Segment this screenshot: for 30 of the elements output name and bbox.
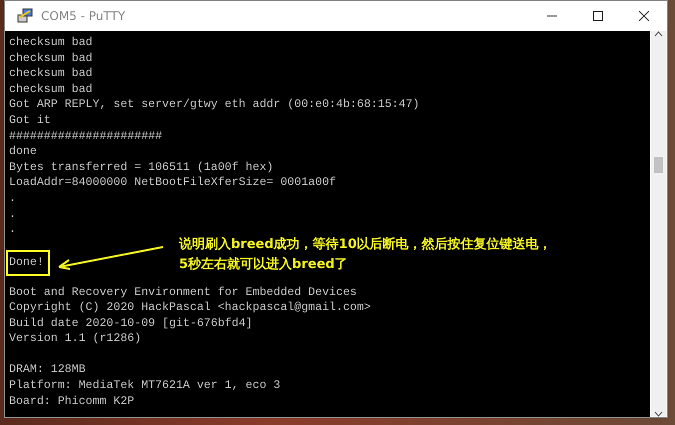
- terminal-line: ######################: [9, 128, 162, 144]
- terminal-line: Board: Phicomm K2P: [9, 394, 134, 410]
- terminal-line: Platform: MediaTek MT7621A ver 1, eco 3: [9, 378, 280, 394]
- terminal-line: LoadAddr=84000000 NetBootFileXferSize= 0001a00f: [9, 175, 336, 191]
- terminal-line: .: [9, 206, 16, 222]
- terminal-line: .: [9, 222, 16, 238]
- terminal-line: Boot and Recovery Environment for Embedded Devices: [9, 284, 357, 300]
- terminal-line: Got ARP REPLY, set server/gtwy eth addr (00:e0:4b:68:15:47): [9, 97, 420, 113]
- annotation-text: 5秒左右就可以进入breed了: [179, 256, 349, 274]
- scrollbar-thumb[interactable]: [654, 157, 663, 173]
- terminal-line: Got it: [9, 112, 51, 129]
- terminal-line: Bytes transferred = 106511 (1a00f hex): [9, 160, 274, 176]
- terminal-line: checksum bad: [9, 50, 92, 66]
- terminal-line: Version 1.1 (r1286): [9, 331, 142, 347]
- terminal-line: checksum bad: [9, 82, 92, 98]
- maximize-icon: [593, 11, 603, 21]
- terminal-line: DRAM: 128MB: [9, 362, 86, 378]
- terminal-line: Copyright (C) 2020 HackPascal <hackpascal@gmail.com>: [9, 300, 371, 316]
- scrollbar[interactable]: [650, 31, 667, 417]
- terminal-line: Build date 2020-10-09 [git-676bfd4]: [9, 316, 253, 332]
- terminal-line: checksum bad: [9, 66, 92, 82]
- terminal-line: checksum bad: [9, 35, 92, 51]
- close-icon: [639, 11, 649, 21]
- window-title: COM5 - PuTTY: [41, 9, 126, 23]
- terminal-line: done: [9, 144, 37, 160]
- scroll-up-icon[interactable]: [654, 31, 663, 37]
- terminal-line: .: [9, 190, 16, 207]
- terminal-app-icon: [17, 8, 33, 24]
- annotation-text: 说明刷入breed成功，等待10以后断电，然后按住复位键送电，: [179, 236, 552, 254]
- scroll-down-icon[interactable]: [654, 411, 663, 417]
